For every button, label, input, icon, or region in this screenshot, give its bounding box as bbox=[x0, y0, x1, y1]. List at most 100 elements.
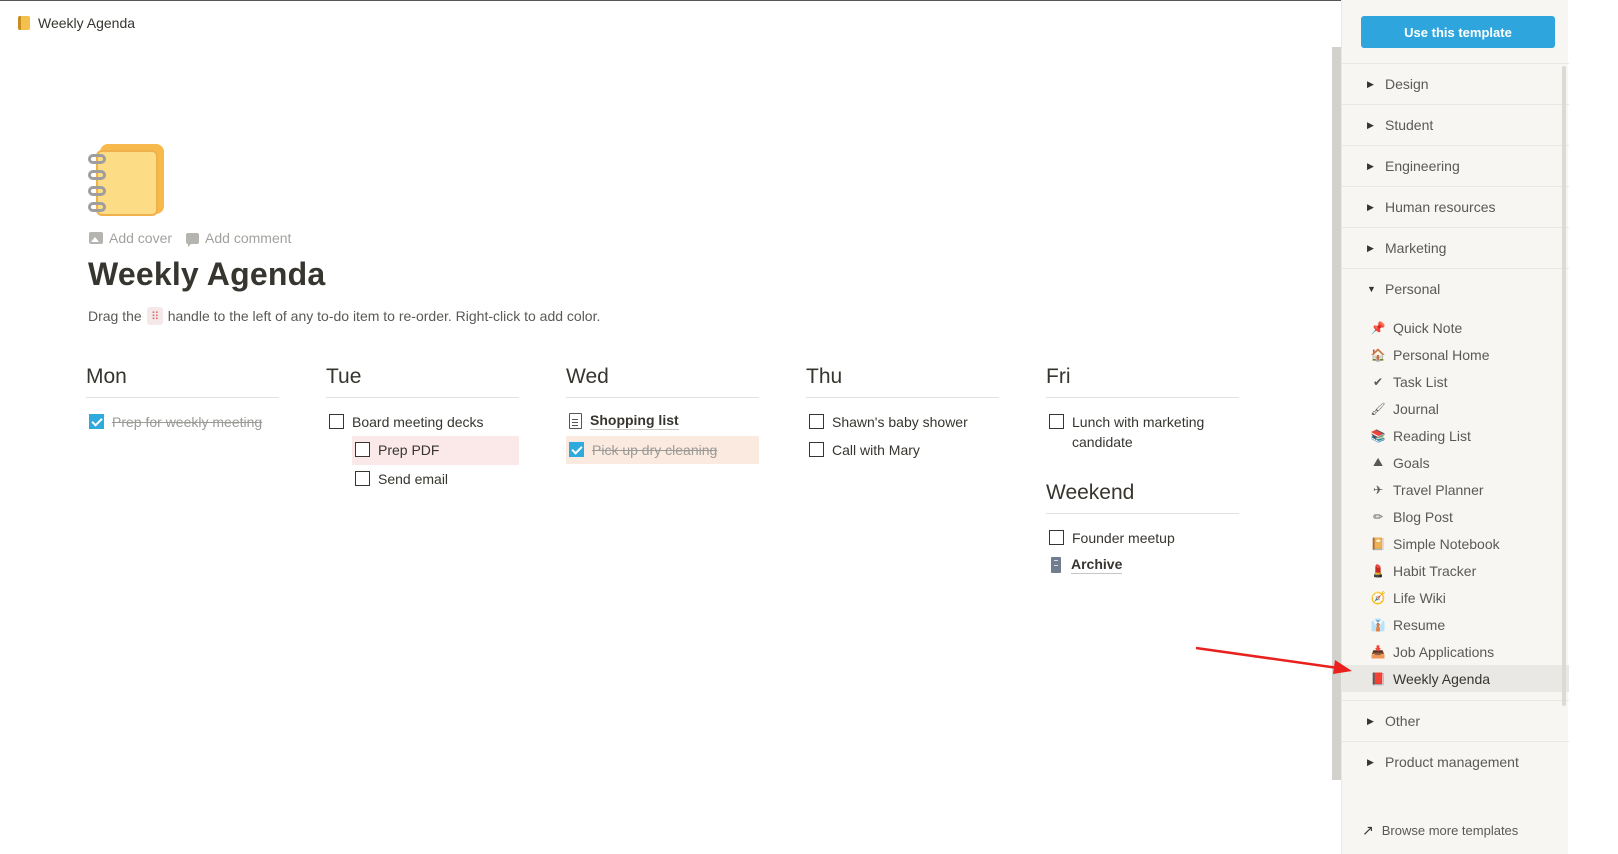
category-personal[interactable]: ▼ Personal bbox=[1342, 268, 1569, 309]
triangle-right-icon: ▶ bbox=[1367, 756, 1374, 767]
todo-item[interactable]: Founder meetup bbox=[1046, 524, 1239, 552]
browse-more-templates-link[interactable]: ↗ Browse more templates bbox=[1342, 806, 1569, 854]
checkbox[interactable] bbox=[355, 470, 370, 486]
page-link-text[interactable]: Shopping list bbox=[590, 412, 679, 430]
template-label: Journal bbox=[1393, 400, 1439, 417]
template-label: Job Applications bbox=[1393, 643, 1495, 660]
airplane-icon: ✈ bbox=[1372, 482, 1384, 497]
category-label: Marketing bbox=[1385, 240, 1447, 256]
template-label: Resume bbox=[1393, 616, 1446, 633]
template-label: Weekly Agenda bbox=[1393, 670, 1491, 687]
category-other[interactable]: ▶ Other bbox=[1342, 700, 1569, 741]
column-heading-wed[interactable]: Wed bbox=[566, 365, 759, 398]
ring-binder-4 bbox=[88, 202, 106, 212]
todo-text: Call with Mary bbox=[832, 442, 920, 459]
page-link-item[interactable]: Archive bbox=[1046, 552, 1239, 580]
column-heading-fri[interactable]: Fri bbox=[1046, 365, 1239, 398]
category-engineering[interactable]: ▶ Engineering bbox=[1342, 145, 1569, 186]
todo-item[interactable]: Prep PDF bbox=[352, 436, 519, 465]
todo-text: Prep for weekly meeting bbox=[112, 414, 263, 430]
column-tue: Tue Board meeting decks Prep PDF Send em… bbox=[326, 365, 519, 493]
checkbox[interactable] bbox=[355, 442, 370, 458]
template-item-quick-note[interactable]: 📌 Quick Note bbox=[1342, 314, 1569, 341]
top-border bbox=[0, 0, 1568, 1]
category-product-management[interactable]: ▶ Product management bbox=[1342, 741, 1569, 782]
column-heading-weekend[interactable]: Weekend bbox=[1046, 481, 1239, 514]
use-template-button[interactable]: Use this template bbox=[1361, 16, 1555, 48]
template-item-blog-post[interactable]: ✏ Blog Post bbox=[1342, 503, 1569, 530]
add-comment-button[interactable]: Add comment bbox=[186, 230, 291, 247]
todo-text: Founder meetup bbox=[1072, 529, 1175, 546]
panel-divider[interactable] bbox=[1332, 47, 1341, 780]
todo-item[interactable]: Lunch with marketing candidate bbox=[1046, 408, 1239, 457]
template-item-personal-home[interactable]: 🏠 Personal Home bbox=[1342, 341, 1569, 368]
page-link-text[interactable]: Archive bbox=[1071, 556, 1123, 574]
sidebar-scrollbar[interactable] bbox=[1562, 66, 1566, 706]
check-icon: ✔ bbox=[1372, 374, 1384, 389]
checkbox[interactable] bbox=[1049, 414, 1064, 429]
checkbox[interactable] bbox=[809, 414, 824, 429]
template-item-task-list[interactable]: ✔ Task List bbox=[1342, 368, 1569, 395]
todo-item[interactable]: Send email bbox=[352, 465, 519, 493]
todo-text: Send email bbox=[378, 470, 449, 487]
template-item-reading-list[interactable]: 📚 Reading List bbox=[1342, 422, 1569, 449]
column-heading-tue[interactable]: Tue bbox=[326, 365, 519, 398]
ring-binder-2 bbox=[88, 170, 106, 180]
category-label: Product management bbox=[1385, 754, 1519, 770]
template-item-weekly-agenda[interactable]: 📕 Weekly Agenda bbox=[1342, 665, 1569, 692]
breadcrumb[interactable]: Weekly Agenda bbox=[18, 15, 135, 31]
template-item-travel-planner[interactable]: ✈ Travel Planner bbox=[1342, 476, 1569, 503]
todo-item[interactable]: Prep for weekly meeting bbox=[86, 408, 279, 436]
triangle-right-icon: ▶ bbox=[1367, 201, 1374, 212]
checkbox[interactable] bbox=[809, 442, 824, 458]
template-item-simple-notebook[interactable]: 📔 Simple Notebook bbox=[1342, 530, 1569, 557]
page-description[interactable]: Drag the ⠿ handle to the left of any to-… bbox=[88, 307, 600, 325]
comment-icon bbox=[186, 232, 200, 247]
books-icon: 📚 bbox=[1370, 428, 1386, 443]
inbox-icon: 📥 bbox=[1370, 644, 1386, 659]
todo-text: Board meeting decks bbox=[352, 414, 484, 430]
checkbox-checked[interactable] bbox=[89, 414, 104, 429]
category-student[interactable]: ▶ Student bbox=[1342, 104, 1569, 145]
add-cover-button[interactable]: Add cover bbox=[89, 230, 172, 246]
triangle-down-icon: ▼ bbox=[1367, 284, 1376, 294]
template-item-resume[interactable]: 👔 Resume bbox=[1342, 611, 1569, 638]
template-item-job-applications[interactable]: 📥 Job Applications bbox=[1342, 638, 1569, 665]
template-item-habit-tracker[interactable]: 💄 Habit Tracker bbox=[1342, 557, 1569, 584]
todo-item[interactable]: Shawn's baby shower bbox=[806, 408, 999, 436]
template-label: Quick Note bbox=[1393, 319, 1463, 336]
notebook-icon[interactable] bbox=[88, 140, 168, 218]
checkbox[interactable] bbox=[329, 414, 344, 429]
image-icon bbox=[89, 232, 103, 244]
column-wed: Wed Shopping list Pick up dry cleaning bbox=[566, 365, 759, 465]
page-title[interactable]: Weekly Agenda bbox=[88, 256, 325, 293]
column-mon: Mon Prep for weekly meeting bbox=[86, 365, 279, 436]
template-category-list: ▶ Design ▶ Student ▶ Engineering ▶ Human res… bbox=[1342, 63, 1569, 782]
checkbox[interactable] bbox=[1049, 529, 1064, 545]
arrow-up-right-icon: ↗ bbox=[1362, 821, 1374, 838]
compass-icon: 🧭 bbox=[1370, 590, 1386, 605]
lipstick-icon: 💄 bbox=[1370, 563, 1386, 578]
category-label: Human resources bbox=[1385, 199, 1496, 215]
todo-text: Prep PDF bbox=[378, 442, 440, 459]
todo-item[interactable]: Call with Mary bbox=[806, 436, 999, 464]
column-heading-mon[interactable]: Mon bbox=[86, 365, 279, 398]
category-design[interactable]: ▶ Design bbox=[1342, 63, 1569, 104]
todo-item[interactable]: Pick up dry cleaning bbox=[566, 436, 759, 465]
template-label: Goals bbox=[1393, 454, 1430, 471]
ring-binder-3 bbox=[88, 186, 106, 196]
column-fri: Fri Lunch with marketing candidate Weeke… bbox=[1046, 365, 1239, 580]
column-heading-thu[interactable]: Thu bbox=[806, 365, 999, 398]
pushpin-icon: 📌 bbox=[1370, 320, 1386, 335]
template-item-goals[interactable]: ⛰ Goals bbox=[1342, 449, 1569, 476]
page-link-item[interactable]: Shopping list bbox=[566, 408, 759, 436]
drag-handle-icon: ⠿ bbox=[146, 307, 163, 325]
template-item-life-wiki[interactable]: 🧭 Life Wiki bbox=[1342, 584, 1569, 611]
personal-template-list: 📌 Quick Note 🏠 Personal Home ✔ Task List 🖌 J… bbox=[1342, 309, 1569, 700]
category-human-resources[interactable]: ▶ Human resources bbox=[1342, 186, 1569, 227]
todo-item[interactable]: Board meeting decks bbox=[326, 408, 519, 436]
category-marketing[interactable]: ▶ Marketing bbox=[1342, 227, 1569, 268]
checkbox-checked[interactable] bbox=[569, 442, 584, 457]
category-label: Design bbox=[1385, 76, 1429, 92]
template-item-journal[interactable]: 🖌 Journal bbox=[1342, 395, 1569, 422]
